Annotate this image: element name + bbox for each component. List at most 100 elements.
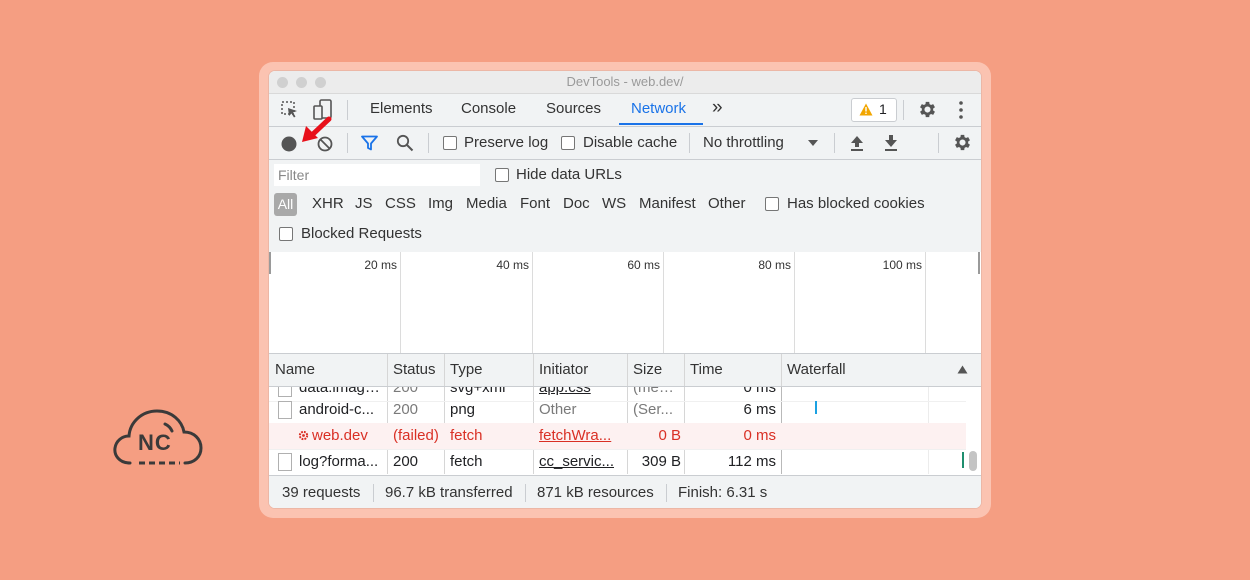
filter-type-font[interactable]: Font	[520, 195, 550, 212]
tab-console[interactable]: Console	[461, 100, 516, 117]
column-status[interactable]: Status	[393, 361, 436, 378]
warnings-count: 1	[879, 101, 887, 117]
search-icon[interactable]	[396, 134, 414, 152]
row-initiator[interactable]: app.css	[539, 387, 624, 396]
network-settings-gear-icon[interactable]	[952, 132, 973, 153]
annotation-arrow-icon	[302, 116, 332, 142]
blocked-requests-label: Blocked Requests	[301, 225, 422, 242]
row-initiator: Other	[539, 401, 577, 418]
waterfall-bar	[962, 452, 964, 468]
column-time[interactable]: Time	[690, 361, 723, 378]
column-initiator[interactable]: Initiator	[539, 361, 588, 378]
row-size: 0 B	[658, 427, 681, 444]
separator	[373, 484, 374, 502]
separator	[428, 133, 429, 153]
row-type: png	[450, 401, 476, 418]
file-icon	[278, 453, 292, 471]
row-name: android-c...	[299, 401, 375, 418]
devtools-window: DevTools - web.dev/ Elements Console Sou…	[269, 71, 981, 508]
table-scrollbar[interactable]	[969, 451, 977, 471]
more-options-icon[interactable]	[957, 100, 965, 120]
row-name: log?forma...	[299, 453, 379, 470]
row-type: svg+xml	[450, 387, 506, 396]
table-row[interactable]: log?forma... 200 fetch cc_servic... 309 …	[269, 449, 966, 474]
separator	[666, 484, 667, 502]
column-size[interactable]: Size	[633, 361, 662, 378]
overview-gridline	[794, 252, 795, 353]
filter-type-xhr[interactable]: XHR	[312, 195, 344, 212]
row-time: 112 ms	[727, 453, 776, 470]
filter-icon[interactable]	[361, 135, 378, 151]
requests-table-body: data:image/... 200 svg+xml app.css (mem.…	[269, 387, 981, 474]
filter-type-img[interactable]: Img	[428, 195, 453, 212]
filter-input[interactable]	[274, 164, 480, 186]
import-har-icon[interactable]	[849, 134, 865, 152]
blocked-requests-checkbox[interactable]	[279, 227, 293, 241]
warnings-badge[interactable]: 1	[851, 98, 897, 122]
separator	[525, 484, 526, 502]
row-time: 6 ms	[743, 401, 776, 418]
row-initiator[interactable]: cc_servic...	[539, 453, 624, 470]
preserve-log-checkbox[interactable]	[443, 136, 457, 150]
file-icon	[278, 401, 292, 419]
hide-data-urls-checkbox[interactable]	[495, 168, 509, 182]
column-divider[interactable]	[387, 354, 388, 386]
filter-type-manifest[interactable]: Manifest	[639, 195, 696, 212]
row-time: 0 ms	[743, 427, 776, 444]
has-blocked-cookies-checkbox[interactable]	[765, 197, 779, 211]
overview-gridline	[400, 252, 401, 353]
filter-type-js[interactable]: JS	[355, 195, 373, 212]
row-size: 309 B	[641, 453, 681, 470]
disable-cache-label: Disable cache	[583, 134, 678, 151]
nc-cloud-logo: NC	[112, 406, 204, 471]
filter-type-media[interactable]: Media	[466, 195, 507, 212]
filter-type-ws[interactable]: WS	[602, 195, 626, 212]
tab-sources[interactable]: Sources	[546, 100, 601, 117]
more-tabs-button[interactable]: »	[712, 97, 723, 119]
file-icon	[278, 387, 292, 397]
chevron-down-icon[interactable]	[807, 139, 819, 147]
filter-type-other[interactable]: Other	[708, 195, 746, 212]
export-har-icon[interactable]	[883, 134, 899, 152]
filter-type-doc[interactable]: Doc	[563, 195, 590, 212]
network-overview[interactable]: 20 ms 40 ms 60 ms 80 ms 100 ms	[269, 252, 981, 354]
row-initiator[interactable]: fetchWra...	[539, 427, 624, 444]
column-divider[interactable]	[684, 354, 685, 386]
separator	[938, 133, 939, 153]
column-divider[interactable]	[627, 354, 628, 386]
column-name[interactable]: Name	[275, 361, 315, 378]
record-icon[interactable]	[281, 136, 297, 152]
preserve-log-label: Preserve log	[464, 134, 549, 151]
column-type[interactable]: Type	[450, 361, 483, 378]
row-name: web.dev	[312, 427, 368, 444]
settings-gear-icon[interactable]	[917, 99, 938, 120]
column-waterfall[interactable]: Waterfall	[787, 361, 846, 378]
sort-ascending-icon[interactable]	[957, 365, 968, 374]
inspect-element-icon[interactable]	[280, 100, 300, 120]
window-title: DevTools - web.dev/	[566, 74, 684, 89]
tab-elements[interactable]: Elements	[370, 100, 433, 117]
resources-size: 871 kB resources	[537, 484, 654, 501]
logo-text: NC	[138, 430, 172, 455]
table-row-failed[interactable]: web.dev (failed) fetch fetchWra... 0 B 0…	[269, 423, 966, 450]
overview-left-handle[interactable]	[269, 252, 271, 274]
column-divider[interactable]	[533, 354, 534, 386]
overview-gridline	[663, 252, 664, 353]
column-divider[interactable]	[444, 354, 445, 386]
tab-network[interactable]: Network	[631, 100, 686, 117]
column-divider[interactable]	[781, 354, 782, 386]
row-status: 200	[393, 401, 419, 418]
disable-cache-checkbox[interactable]	[561, 136, 575, 150]
overview-tick-label: 20 ms	[364, 258, 397, 272]
separator	[347, 100, 348, 120]
filter-type-all[interactable]: All	[274, 193, 297, 216]
row-name: data:image/...	[299, 387, 383, 396]
separator	[689, 133, 690, 153]
filter-type-css[interactable]: CSS	[385, 195, 416, 212]
table-row[interactable]: android-c... 200 png Other (Ser... 6 ms	[269, 397, 966, 424]
finish-time: Finish: 6.31 s	[678, 484, 768, 501]
throttling-select[interactable]: No throttling	[703, 134, 784, 151]
overview-right-handle[interactable]	[978, 252, 980, 274]
row-type: fetch	[450, 427, 483, 444]
separator	[347, 133, 348, 153]
